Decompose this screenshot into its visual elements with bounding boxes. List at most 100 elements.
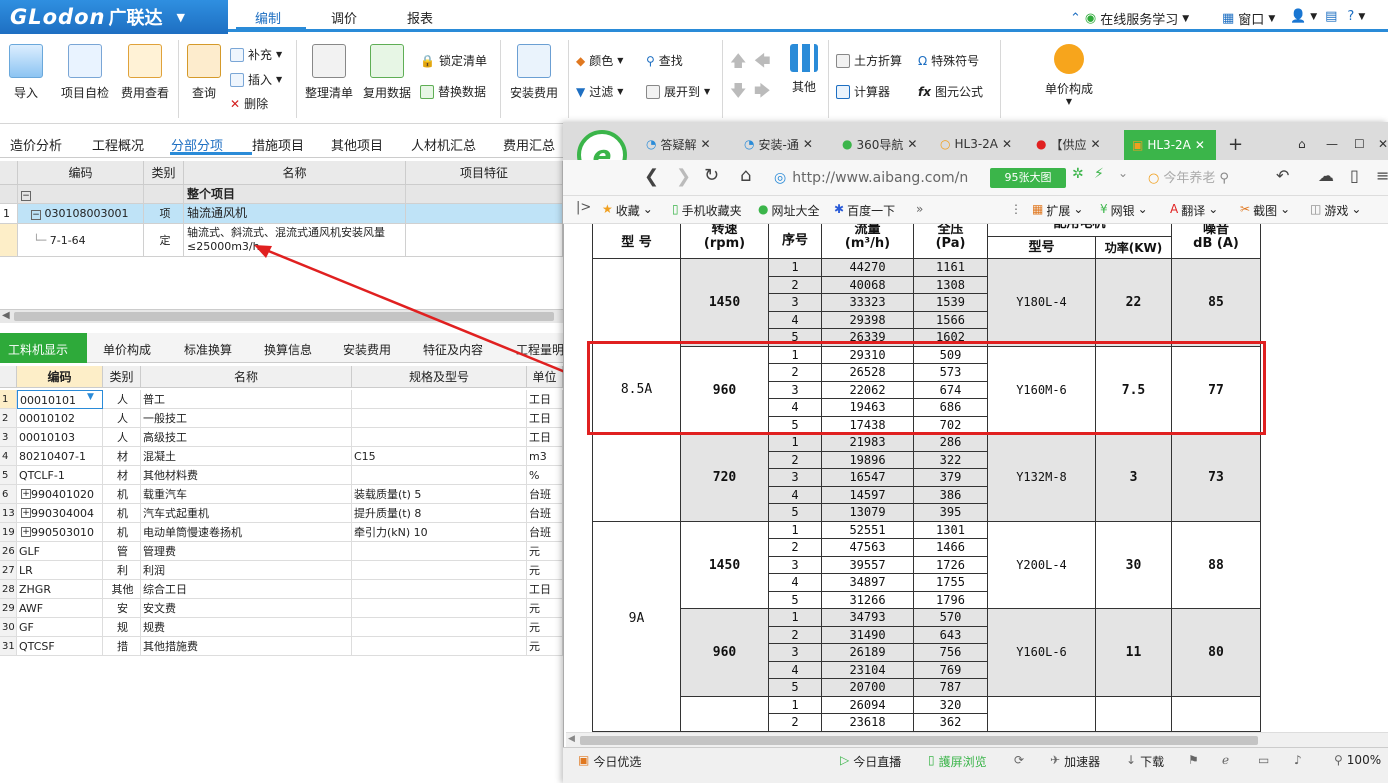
row-code[interactable]: QTCSF — [17, 637, 103, 656]
close-icon[interactable]: ✕ — [907, 137, 917, 151]
minimize-icon[interactable]: — — [1326, 130, 1338, 158]
row-spec[interactable] — [352, 466, 527, 485]
fav-right-screenshot[interactable]: ✂ 截图 ⌄ — [1240, 202, 1290, 219]
close-icon[interactable]: ✕ — [1002, 137, 1012, 151]
move-left-icon[interactable]: 🡄 — [754, 50, 771, 77]
horizontal-scrollbar[interactable]: ◀ — [0, 309, 563, 323]
row-type[interactable]: 措 — [103, 637, 141, 656]
row-unit[interactable]: 元 — [527, 637, 563, 656]
tab-cost-analysis[interactable]: 造价分析 — [10, 135, 62, 154]
expand-button[interactable]: 展开到 ▼ — [646, 83, 710, 100]
special-char-button[interactable]: Ω 特殊符号 — [918, 52, 979, 69]
row-unit[interactable]: 台班 — [527, 485, 563, 504]
row-code[interactable]: 00010103 — [17, 428, 103, 447]
row-unit[interactable]: 工日 — [527, 580, 563, 599]
row-unit[interactable]: 工日 — [527, 390, 563, 409]
browser-tab-active[interactable]: ▣ HL3-2A ✕ — [1124, 130, 1216, 160]
tab-quantity-detail[interactable]: 工程量明 — [516, 341, 564, 358]
browser-tab[interactable]: ◔ 答疑解 ✕ — [646, 130, 711, 158]
row-spec[interactable] — [352, 637, 527, 656]
status-today-picks[interactable]: ▣ 今日优选 — [578, 753, 641, 770]
calculator-button[interactable]: 计算器 — [836, 83, 890, 100]
tab-standard-conversion[interactable]: 标准换算 — [184, 341, 232, 358]
move-up-icon[interactable]: 🡅 — [730, 50, 746, 77]
close-icon[interactable]: ✕ — [701, 137, 711, 151]
col-header-code[interactable]: 编码 — [17, 366, 103, 388]
cost-view-button[interactable]: 费用查看 — [118, 44, 172, 101]
row-code[interactable]: GLF — [17, 542, 103, 561]
earthwork-button[interactable]: 土方折算 — [836, 52, 902, 69]
user-menu[interactable]: 👤 ▼ ▤ ? ▼ — [1290, 9, 1365, 24]
cloud-icon[interactable]: ☁ — [1318, 166, 1334, 185]
tab-feature-content[interactable]: 特征及内容 — [423, 341, 483, 358]
table-row[interactable]: └─ 7-1-64 — [18, 224, 144, 257]
reuse-button[interactable]: 复用数据 — [360, 44, 414, 101]
row-type[interactable]: 人 — [103, 409, 141, 428]
col-header-feature[interactable]: 项目特征 — [406, 161, 563, 185]
col-header-spec[interactable]: 规格及型号 — [352, 366, 527, 388]
close-icon[interactable]: ✕ — [803, 137, 813, 151]
row-type[interactable]: 其他 — [103, 580, 141, 599]
row-unit[interactable]: 台班 — [527, 523, 563, 542]
maximize-icon[interactable]: ☐ — [1354, 130, 1365, 158]
shirt-icon[interactable]: ⌂ — [1298, 130, 1306, 158]
scroll-left-icon[interactable]: ◀ — [2, 310, 10, 321]
collapse-icon[interactable]: − — [31, 210, 41, 220]
formula-button[interactable]: fx 图元公式 — [918, 83, 983, 100]
row-spec[interactable] — [352, 390, 527, 409]
row-name[interactable]: 综合工日 — [141, 580, 352, 599]
expand-icon[interactable]: + — [21, 489, 31, 499]
big-image-button[interactable]: 95张大图 — [990, 168, 1066, 188]
status-accelerator[interactable]: ✈ 加速器 — [1050, 753, 1100, 770]
row-type[interactable]: 规 — [103, 618, 141, 637]
row-code[interactable]: 80210407-1 — [17, 447, 103, 466]
collapse-icon[interactable]: − — [21, 191, 31, 201]
tab-fee-summary[interactable]: 费用汇总 — [503, 135, 555, 154]
fav-item-sites[interactable]: ● 网址大全 — [758, 202, 820, 219]
row-name[interactable]: 电动单筒慢速卷扬机 — [141, 523, 352, 542]
row-unit[interactable]: 元 — [527, 561, 563, 580]
phone-icon[interactable]: ▯ — [1350, 166, 1359, 185]
row-type[interactable]: 管 — [103, 542, 141, 561]
row-name[interactable]: 汽车式起重机 — [141, 504, 352, 523]
url-field[interactable]: ◎ http://www.aibang.com/n — [774, 166, 986, 190]
close-icon[interactable]: ✕ — [1195, 138, 1205, 152]
fav-item-mobile[interactable]: ▯ 手机收藏夹 — [672, 202, 742, 219]
tab-labor-material-display[interactable]: 工料机显示 — [8, 341, 68, 358]
table-row[interactable]: − 030108003001 — [18, 204, 144, 224]
row-spec[interactable] — [352, 561, 527, 580]
forward-icon[interactable]: ❯ — [676, 166, 691, 187]
window-menu[interactable]: ▦ 窗口 ▼ — [1222, 9, 1275, 28]
fav-item-baidu[interactable]: ✱ 百度一下 — [834, 202, 895, 219]
organize-button[interactable]: 整理清单 — [302, 44, 356, 101]
row-type[interactable]: 机 — [103, 523, 141, 542]
status-download[interactable]: ↓ 下载 — [1126, 753, 1164, 770]
row-unit[interactable]: 工日 — [527, 428, 563, 447]
unit-price-button[interactable]: 单价构成 ▼ — [1036, 44, 1102, 106]
close-window-icon[interactable]: ✕ — [1378, 130, 1388, 158]
filter-button[interactable]: ▼ 过滤 ▼ — [576, 83, 623, 100]
row-code[interactable]: GF — [17, 618, 103, 637]
row-name[interactable]: 普工 — [141, 390, 352, 409]
tab-conversion-info[interactable]: 换算信息 — [264, 341, 312, 358]
row-unit[interactable]: 元 — [527, 542, 563, 561]
expand-icon[interactable]: + — [21, 527, 31, 537]
row-spec[interactable]: 提升质量(t) 8 — [352, 504, 527, 523]
tab-measures[interactable]: 措施项目 — [252, 135, 304, 154]
row-type[interactable]: 人 — [103, 428, 141, 447]
menu-edit[interactable]: 编制 — [255, 8, 281, 27]
home-icon[interactable]: ⌂ — [740, 165, 751, 186]
row-name[interactable]: 一般技工 — [141, 409, 352, 428]
row-unit[interactable]: % — [527, 466, 563, 485]
self-check-button[interactable]: 项目自检 — [58, 44, 112, 101]
window-icon[interactable]: ▭ — [1258, 753, 1269, 767]
kebab-icon[interactable]: ⋮ — [1010, 202, 1022, 216]
sidebar-toggle-icon[interactable]: |> — [576, 200, 591, 215]
row-code[interactable]: QTCLF-1 — [17, 466, 103, 485]
scroll-thumb[interactable] — [580, 736, 1258, 745]
col-header-type[interactable]: 类别 — [144, 161, 184, 185]
tab-unit-price[interactable]: 单价构成 — [103, 341, 151, 358]
col-header-unit[interactable]: 单位 — [527, 366, 563, 388]
col-header-code[interactable]: 编码 — [18, 161, 144, 185]
row-name[interactable]: 轴流通风机 — [184, 204, 406, 224]
